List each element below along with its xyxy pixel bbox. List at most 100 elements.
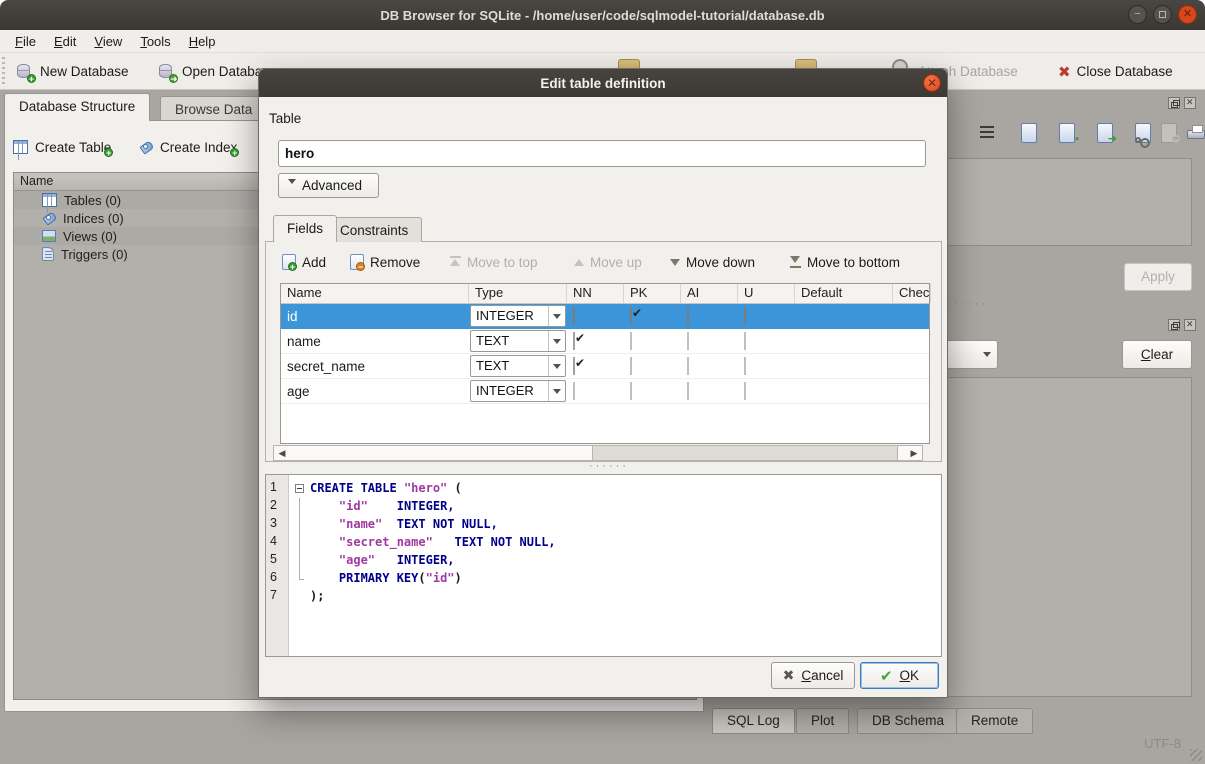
nn-checkbox[interactable]: [573, 332, 575, 350]
bottom-tab-remote[interactable]: Remote: [956, 708, 1033, 734]
u-checkbox[interactable]: [744, 357, 746, 375]
edit-table-dialog: Edit table definition ✕ Table Advanced F…: [258, 68, 948, 698]
float-dock-icon[interactable]: [1168, 97, 1180, 109]
column-header-type[interactable]: Type: [469, 284, 567, 303]
dialog-close-icon[interactable]: ✕: [923, 74, 941, 92]
pk-checkbox[interactable]: [630, 382, 632, 400]
table-group-label: Table: [269, 111, 301, 126]
create-index-button[interactable]: Create Index +: [139, 133, 253, 161]
tab-constraints[interactable]: Constraints: [326, 217, 422, 242]
column-header-name[interactable]: Name: [281, 284, 469, 303]
move-to-top-button[interactable]: Move to top: [450, 249, 538, 275]
toolbar-drag-handle[interactable]: [2, 57, 5, 86]
import-cell-icon[interactable]: [1018, 122, 1040, 144]
pk-checkbox[interactable]: [630, 307, 632, 325]
ok-icon: ✔: [880, 667, 893, 685]
fold-collapse-icon[interactable]: [295, 484, 304, 493]
field-row-age[interactable]: ageINTEGER: [281, 379, 929, 404]
line-number: 1: [270, 480, 277, 494]
type-select[interactable]: INTEGER: [470, 305, 566, 327]
tab-browse-data[interactable]: Browse Data: [160, 96, 267, 121]
add-field-button[interactable]: + Add: [282, 249, 326, 275]
nn-checkbox[interactable]: [573, 357, 575, 375]
column-header-nn[interactable]: NN: [567, 284, 624, 303]
create-table-button[interactable]: Create Table +: [13, 133, 127, 161]
float-dock-icon[interactable]: [1168, 319, 1180, 331]
field-row-secret_name[interactable]: secret_nameTEXT: [281, 354, 929, 379]
close-dock-icon[interactable]: [1184, 319, 1196, 331]
fields-grid[interactable]: NameTypeNNPKAIUDefaultCheck idINTEGERnam…: [280, 283, 930, 444]
save-cell-icon[interactable]: ▪: [1056, 122, 1078, 144]
move-down-button[interactable]: Move down: [670, 249, 755, 275]
link-cell-icon[interactable]: [1132, 122, 1154, 144]
pk-checkbox[interactable]: [630, 357, 632, 375]
clear-log-button[interactable]: Clear: [1122, 340, 1192, 369]
dialog-titlebar: Edit table definition ✕: [259, 69, 947, 97]
fields-hscrollbar[interactable]: ◀ ▶: [273, 445, 923, 461]
print-cell-icon[interactable]: [1186, 122, 1205, 144]
bottom-tab-sql-log[interactable]: SQL Log: [712, 708, 795, 734]
nn-checkbox[interactable]: [573, 307, 575, 325]
dock-splitter-handle[interactable]: ······: [948, 298, 988, 310]
type-value: TEXT: [476, 333, 509, 348]
column-header-check[interactable]: Check: [893, 284, 931, 303]
pk-checkbox[interactable]: [630, 332, 632, 350]
bottom-tab-plot[interactable]: Plot: [796, 708, 849, 734]
scrollbar-thumb[interactable]: [592, 446, 898, 460]
type-select[interactable]: TEXT: [470, 330, 566, 352]
ok-button[interactable]: ✔ OK: [860, 662, 939, 689]
remove-field-button[interactable]: − Remove: [350, 249, 420, 275]
fold-marker: [294, 552, 306, 570]
menu-help[interactable]: Help: [180, 32, 225, 51]
menu-tools[interactable]: Tools: [131, 32, 179, 51]
nn-checkbox[interactable]: [573, 382, 575, 400]
type-select[interactable]: INTEGER: [470, 380, 566, 402]
chevron-down-icon: [548, 331, 565, 351]
fold-marker: [294, 570, 306, 588]
table-name-input[interactable]: [278, 140, 926, 167]
ai-checkbox[interactable]: [687, 382, 689, 400]
plus-badge-icon: +: [230, 148, 239, 157]
ai-checkbox[interactable]: [687, 332, 689, 350]
advanced-button[interactable]: Advanced: [278, 173, 379, 198]
move-up-button[interactable]: Move up: [574, 249, 642, 275]
close-database-button[interactable]: ✖ Close Database: [1052, 56, 1179, 87]
u-checkbox[interactable]: [744, 307, 746, 325]
resize-grip[interactable]: [1190, 749, 1202, 761]
field-row-name[interactable]: nameTEXT: [281, 329, 929, 354]
scroll-right-icon[interactable]: ▶: [906, 446, 922, 460]
menu-edit[interactable]: Edit: [45, 32, 85, 51]
apply-cell-button[interactable]: Apply: [1124, 263, 1192, 291]
close-window-icon[interactable]: ✕: [1178, 5, 1197, 24]
close-database-icon: ✖: [1058, 63, 1071, 81]
cancel-button[interactable]: ✖ Cancel: [771, 662, 855, 689]
maximize-icon[interactable]: [1153, 5, 1172, 24]
dialog-splitter-handle[interactable]: ······: [589, 460, 629, 472]
tree-item-label: Tables (0): [64, 193, 121, 208]
menu-view[interactable]: View: [85, 32, 131, 51]
scroll-left-icon[interactable]: ◀: [274, 446, 290, 460]
ai-checkbox[interactable]: [687, 307, 689, 325]
tab-database-structure[interactable]: Database Structure: [4, 93, 150, 121]
word-wrap-icon[interactable]: [978, 122, 1000, 144]
export-cell-icon[interactable]: ➜: [1094, 122, 1116, 144]
ai-checkbox[interactable]: [687, 357, 689, 375]
minimize-icon[interactable]: −: [1128, 5, 1147, 24]
column-header-u[interactable]: U: [738, 284, 795, 303]
u-checkbox[interactable]: [744, 382, 746, 400]
field-row-id[interactable]: idINTEGER: [281, 304, 929, 329]
column-header-ai[interactable]: AI: [681, 284, 738, 303]
new-database-button[interactable]: + New Database: [10, 56, 135, 87]
u-checkbox[interactable]: [744, 332, 746, 350]
chevron-down-icon: [548, 306, 565, 326]
column-header-default[interactable]: Default: [795, 284, 893, 303]
column-header-pk[interactable]: PK: [624, 284, 681, 303]
close-dock-icon[interactable]: [1184, 97, 1196, 109]
menu-file[interactable]: File: [6, 32, 45, 51]
fold-marker[interactable]: [294, 480, 306, 498]
move-to-bottom-button[interactable]: Move to bottom: [790, 249, 900, 275]
set-null-icon[interactable]: −: [1158, 122, 1180, 144]
bottom-tab-db-schema[interactable]: DB Schema: [857, 708, 959, 734]
tab-fields[interactable]: Fields: [273, 215, 337, 242]
type-select[interactable]: TEXT: [470, 355, 566, 377]
